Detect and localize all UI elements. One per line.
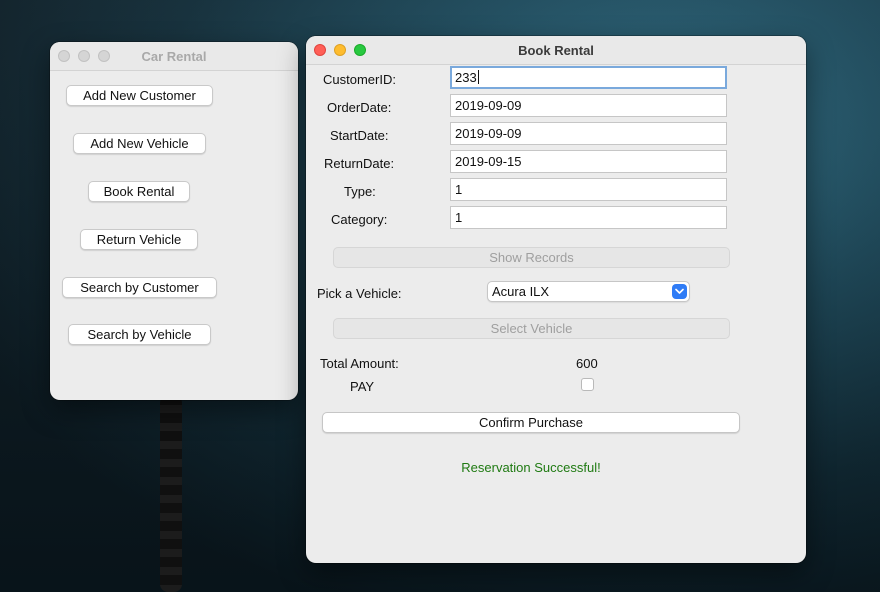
category-label: Category:: [331, 212, 388, 227]
desktop-background-object: [160, 395, 182, 592]
confirm-purchase-button[interactable]: Confirm Purchase: [322, 412, 740, 433]
customer-id-label: CustomerID:: [323, 72, 396, 87]
pay-label: PAY: [350, 379, 375, 394]
select-vehicle-button[interactable]: Select Vehicle: [333, 318, 730, 339]
start-date-input[interactable]: 2019-09-09: [450, 122, 727, 145]
category-input[interactable]: 1: [450, 206, 727, 229]
order-date-label: OrderDate:: [327, 100, 392, 115]
vehicle-select[interactable]: Acura ILX: [487, 281, 690, 302]
return-vehicle-button[interactable]: Return Vehicle: [80, 229, 198, 250]
add-new-vehicle-button[interactable]: Add New Vehicle: [73, 133, 206, 154]
window-title: Car Rental: [141, 49, 207, 64]
text-caret: [477, 70, 479, 84]
status-message: Reservation Successful!: [461, 460, 601, 475]
book-rental-button[interactable]: Book Rental: [88, 181, 190, 202]
customer-id-value: 233: [455, 70, 477, 85]
type-input[interactable]: 1: [450, 178, 727, 201]
return-date-label: ReturnDate:: [324, 156, 395, 171]
book-rental-titlebar[interactable]: Book Rental: [306, 36, 806, 65]
vehicle-select-value: Acura ILX: [492, 284, 550, 299]
book-rental-window: Book Rental CustomerID: 233 OrderDate: 2…: [306, 36, 806, 563]
pick-vehicle-label: Pick a Vehicle:: [317, 286, 402, 301]
search-by-vehicle-button[interactable]: Search by Vehicle: [68, 324, 211, 345]
type-label: Type:: [344, 184, 376, 199]
search-by-customer-button[interactable]: Search by Customer: [62, 277, 217, 298]
chevron-down-icon[interactable]: [672, 284, 687, 299]
total-amount-label: Total Amount:: [320, 356, 399, 371]
car-rental-titlebar[interactable]: Car Rental: [50, 42, 298, 71]
add-new-customer-button[interactable]: Add New Customer: [66, 85, 213, 106]
order-date-input[interactable]: 2019-09-09: [450, 94, 727, 117]
show-records-button[interactable]: Show Records: [333, 247, 730, 268]
start-date-label: StartDate:: [330, 128, 389, 143]
pay-checkbox[interactable]: [581, 378, 594, 391]
total-amount-value: 600: [576, 356, 598, 371]
window-title: Book Rental: [518, 43, 594, 58]
return-date-input[interactable]: 2019-09-15: [450, 150, 727, 173]
car-rental-window: Car Rental Add New Customer Add New Vehi…: [50, 42, 298, 400]
customer-id-input[interactable]: 233: [450, 66, 727, 89]
